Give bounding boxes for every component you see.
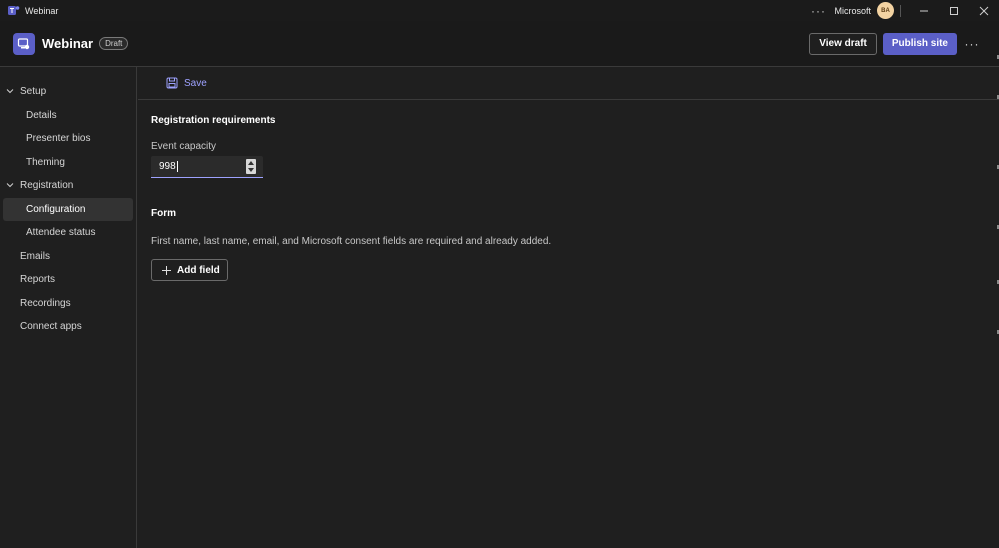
save-icon: [166, 77, 178, 89]
sidebar-item-presenter-bios[interactable]: Presenter bios: [0, 127, 136, 151]
window-title: Webinar: [25, 5, 59, 16]
titlebar-more-icon[interactable]: ···: [808, 4, 828, 18]
text-caret: [176, 161, 178, 172]
sidebar-nav: Setup Details Presenter bios Theming Reg…: [0, 67, 137, 548]
sidebar-item-emails[interactable]: Emails: [0, 245, 136, 269]
org-name[interactable]: Microsoft: [834, 6, 871, 16]
teams-logo-icon: [7, 4, 20, 17]
add-field-button[interactable]: Add field: [151, 259, 228, 281]
chevron-down-icon: [6, 183, 14, 188]
sidebar-item-connect-apps[interactable]: Connect apps: [0, 315, 136, 339]
sidebar-item-attendee-status[interactable]: Attendee status: [0, 221, 136, 245]
sidebar-item-label: Registration: [20, 180, 74, 192]
sidebar-item-reports[interactable]: Reports: [0, 268, 136, 292]
sidebar-item-setup[interactable]: Setup: [0, 80, 136, 104]
page-title: Webinar: [42, 36, 94, 51]
form-description: First name, last name, email, and Micros…: [151, 236, 552, 247]
chevron-down-icon: [6, 89, 14, 94]
sidebar-item-label: Theming: [26, 156, 65, 168]
registration-requirements-heading: Registration requirements: [151, 115, 276, 126]
sidebar-item-configuration[interactable]: Configuration: [3, 197, 133, 221]
titlebar-divider: [900, 4, 901, 17]
page-header: Webinar Draft View draft Publish site ··…: [0, 21, 999, 67]
sidebar-item-label: Details: [26, 109, 57, 121]
avatar[interactable]: BA: [877, 2, 894, 19]
sidebar-item-label: Setup: [20, 86, 47, 98]
event-capacity-label: Event capacity: [151, 141, 217, 152]
main-panel: Save Registration requirements Event cap…: [138, 67, 999, 548]
sidebar-item-label: Presenter bios: [26, 133, 91, 145]
header-more-icon[interactable]: ···: [961, 37, 983, 51]
save-label: Save: [184, 77, 207, 89]
webinar-icon: [13, 32, 35, 55]
sidebar-item-theming[interactable]: Theming: [0, 151, 136, 175]
toolbar: Save: [138, 67, 999, 100]
plus-icon: [161, 265, 172, 276]
sidebar-item-registration[interactable]: Registration: [0, 174, 136, 198]
sidebar-item-label: Emails: [20, 250, 51, 262]
close-icon[interactable]: [969, 0, 999, 21]
sidebar-item-label: Recordings: [20, 297, 71, 309]
sidebar-item-details[interactable]: Details: [0, 104, 136, 128]
number-stepper[interactable]: [246, 159, 256, 174]
add-field-label: Add field: [177, 264, 220, 276]
sidebar-item-recordings[interactable]: Recordings: [0, 292, 136, 316]
content-area: Registration requirements Event capacity…: [138, 115, 999, 281]
sidebar-item-label: Reports: [20, 274, 56, 286]
sidebar-item-label: Attendee status: [26, 227, 96, 239]
event-capacity-input[interactable]: 998: [151, 156, 263, 178]
stepper-up-icon[interactable]: [248, 160, 254, 165]
view-draft-button[interactable]: View draft: [809, 32, 877, 55]
save-button[interactable]: Save: [166, 77, 207, 89]
minimize-icon[interactable]: [909, 0, 939, 21]
form-heading: Form: [151, 208, 176, 219]
event-capacity-value: 998: [159, 161, 176, 172]
publish-site-button[interactable]: Publish site: [882, 32, 957, 55]
stepper-down-icon[interactable]: [248, 168, 254, 173]
window-titlebar: Webinar ··· Microsoft BA: [0, 0, 999, 21]
sidebar-item-label: Configuration: [26, 203, 86, 215]
sidebar-item-label: Connect apps: [20, 321, 82, 333]
maximize-icon[interactable]: [939, 0, 969, 21]
status-badge: Draft: [99, 37, 129, 50]
